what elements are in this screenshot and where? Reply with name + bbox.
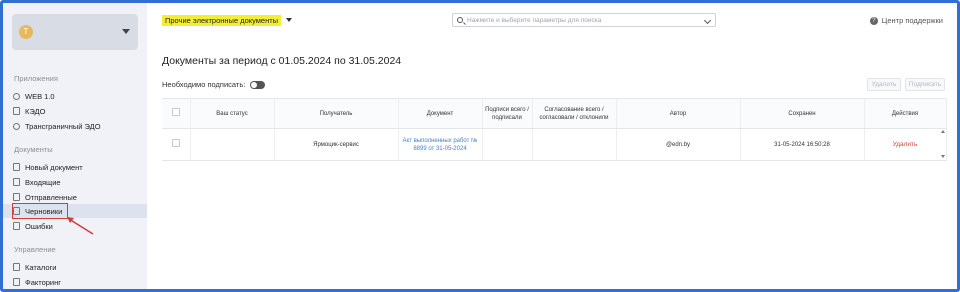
column-header[interactable]: Автор: [616, 98, 741, 129]
scroll-up-icon[interactable]: [941, 130, 945, 133]
table-scrollbar[interactable]: [940, 130, 946, 162]
sidebar-item-kedo[interactable]: КЭДО: [3, 104, 147, 118]
document-icon: [13, 222, 20, 230]
sidebar-item-factoring[interactable]: Факторинг: [3, 275, 147, 289]
account-switcher[interactable]: Т: [12, 14, 138, 50]
table-row[interactable]: Ярмоцик-сервис Акт выполненных работ № 8…: [162, 128, 947, 161]
sidebar-item-inbox[interactable]: Входящие: [3, 175, 147, 189]
document-link[interactable]: Акт выполненных работ № 8899 от 31-05-20…: [403, 138, 478, 152]
checkbox[interactable]: [171, 108, 180, 116]
cell-actions: Удалить: [864, 128, 947, 161]
column-header[interactable]: Согласование всего / согласовали / откло…: [532, 98, 617, 129]
sidebar-item-sent[interactable]: Отправленные: [3, 190, 147, 204]
search-input[interactable]: [467, 16, 697, 24]
cell-recipient: Ярмоцик-сервис: [274, 128, 399, 161]
document-icon: [13, 263, 20, 271]
must-sign-label: Необходимо подписать:: [162, 80, 246, 89]
annotation-highlight-box: [12, 203, 68, 219]
sidebar-item-label: Каталоги: [25, 262, 57, 272]
cell-signatures: [482, 128, 533, 161]
document-icon: [13, 107, 20, 115]
table-header-row: Ваш статус Получатель Документ Подписи в…: [162, 98, 947, 129]
sign-button[interactable]: Подписать: [905, 78, 945, 91]
refresh-icon: [13, 92, 20, 100]
sidebar-item-catalogs[interactable]: Каталоги: [3, 260, 147, 274]
cell-saved: 31-05-2024 16:50:28: [740, 128, 865, 161]
column-header[interactable]: Получатель: [274, 98, 399, 129]
delete-button[interactable]: Удалить: [867, 78, 901, 91]
sidebar-item-label: Отправленные: [25, 192, 77, 202]
support-link[interactable]: ? Центр поддержки: [869, 16, 943, 25]
sidebar-item-new-document[interactable]: Новый документ: [3, 160, 147, 174]
section-title-mgmt: Управление: [14, 245, 56, 254]
doc-type-dropdown[interactable]: Прочие электронные документы: [162, 13, 293, 27]
sidebar: Т Приложения WEB 1.0 КЭДО Трансграничный…: [3, 3, 147, 289]
sidebar-item-label: Входящие: [25, 177, 61, 187]
cell-status: [190, 128, 275, 161]
column-header: Действия: [864, 98, 947, 129]
sidebar-item-label: Трансграничный ЭДО: [25, 121, 101, 131]
main-content: Документы за период с 01.05.2024 по 31.0…: [147, 39, 957, 289]
sidebar-item-crossborder[interactable]: Трансграничный ЭДО: [3, 119, 147, 133]
section-title-apps: Приложения: [14, 74, 58, 83]
sidebar-item-label: Ошибки: [25, 221, 53, 231]
must-sign-filter: Необходимо подписать:: [162, 80, 266, 89]
support-label: Центр поддержки: [881, 16, 943, 25]
sidebar-item-label: WEB 1.0: [25, 91, 55, 101]
doc-type-label: Прочие электронные документы: [162, 14, 282, 26]
sidebar-item-web[interactable]: WEB 1.0: [3, 89, 147, 103]
chevron-down-icon: [122, 29, 130, 34]
sidebar-item-label: Новый документ: [25, 162, 83, 172]
help-icon: ?: [869, 16, 878, 25]
column-header[interactable]: Сохранен: [740, 98, 865, 129]
cell-document[interactable]: Акт выполненных работ № 8899 от 31-05-20…: [398, 128, 483, 161]
section-title-docs: Документы: [14, 145, 53, 154]
document-icon: [13, 278, 20, 286]
search-icon: [457, 17, 463, 23]
row-select[interactable]: [162, 128, 191, 161]
cell-author: @edn.by: [616, 128, 741, 161]
top-bar: Прочие электронные документы ? Центр под…: [147, 3, 957, 39]
document-icon: [13, 163, 20, 171]
column-header[interactable]: Ваш статус: [190, 98, 275, 129]
column-header[interactable]: Документ: [398, 98, 483, 129]
cell-approvals: [532, 128, 617, 161]
page-title: Документы за период с 01.05.2024 по 31.0…: [162, 55, 402, 67]
send-icon: [13, 193, 20, 201]
checkbox[interactable]: [171, 139, 180, 147]
header-select-all[interactable]: [162, 98, 191, 129]
sidebar-item-label: Факторинг: [25, 277, 61, 287]
avatar: Т: [19, 25, 33, 39]
document-icon: [13, 178, 20, 186]
chevron-down-icon[interactable]: [703, 16, 712, 25]
row-delete-link[interactable]: Удалить: [893, 141, 918, 148]
sidebar-item-label: КЭДО: [25, 106, 46, 116]
must-sign-toggle[interactable]: [250, 80, 266, 89]
annotation-arrow-icon: [67, 217, 94, 235]
column-header[interactable]: Подписи всего / подписали: [482, 98, 533, 129]
search-box[interactable]: [452, 13, 716, 27]
caret-down-icon: [286, 18, 293, 22]
documents-table: Ваш статус Получатель Документ Подписи в…: [162, 98, 947, 161]
globe-icon: [13, 122, 20, 130]
scroll-down-icon[interactable]: [941, 155, 945, 158]
